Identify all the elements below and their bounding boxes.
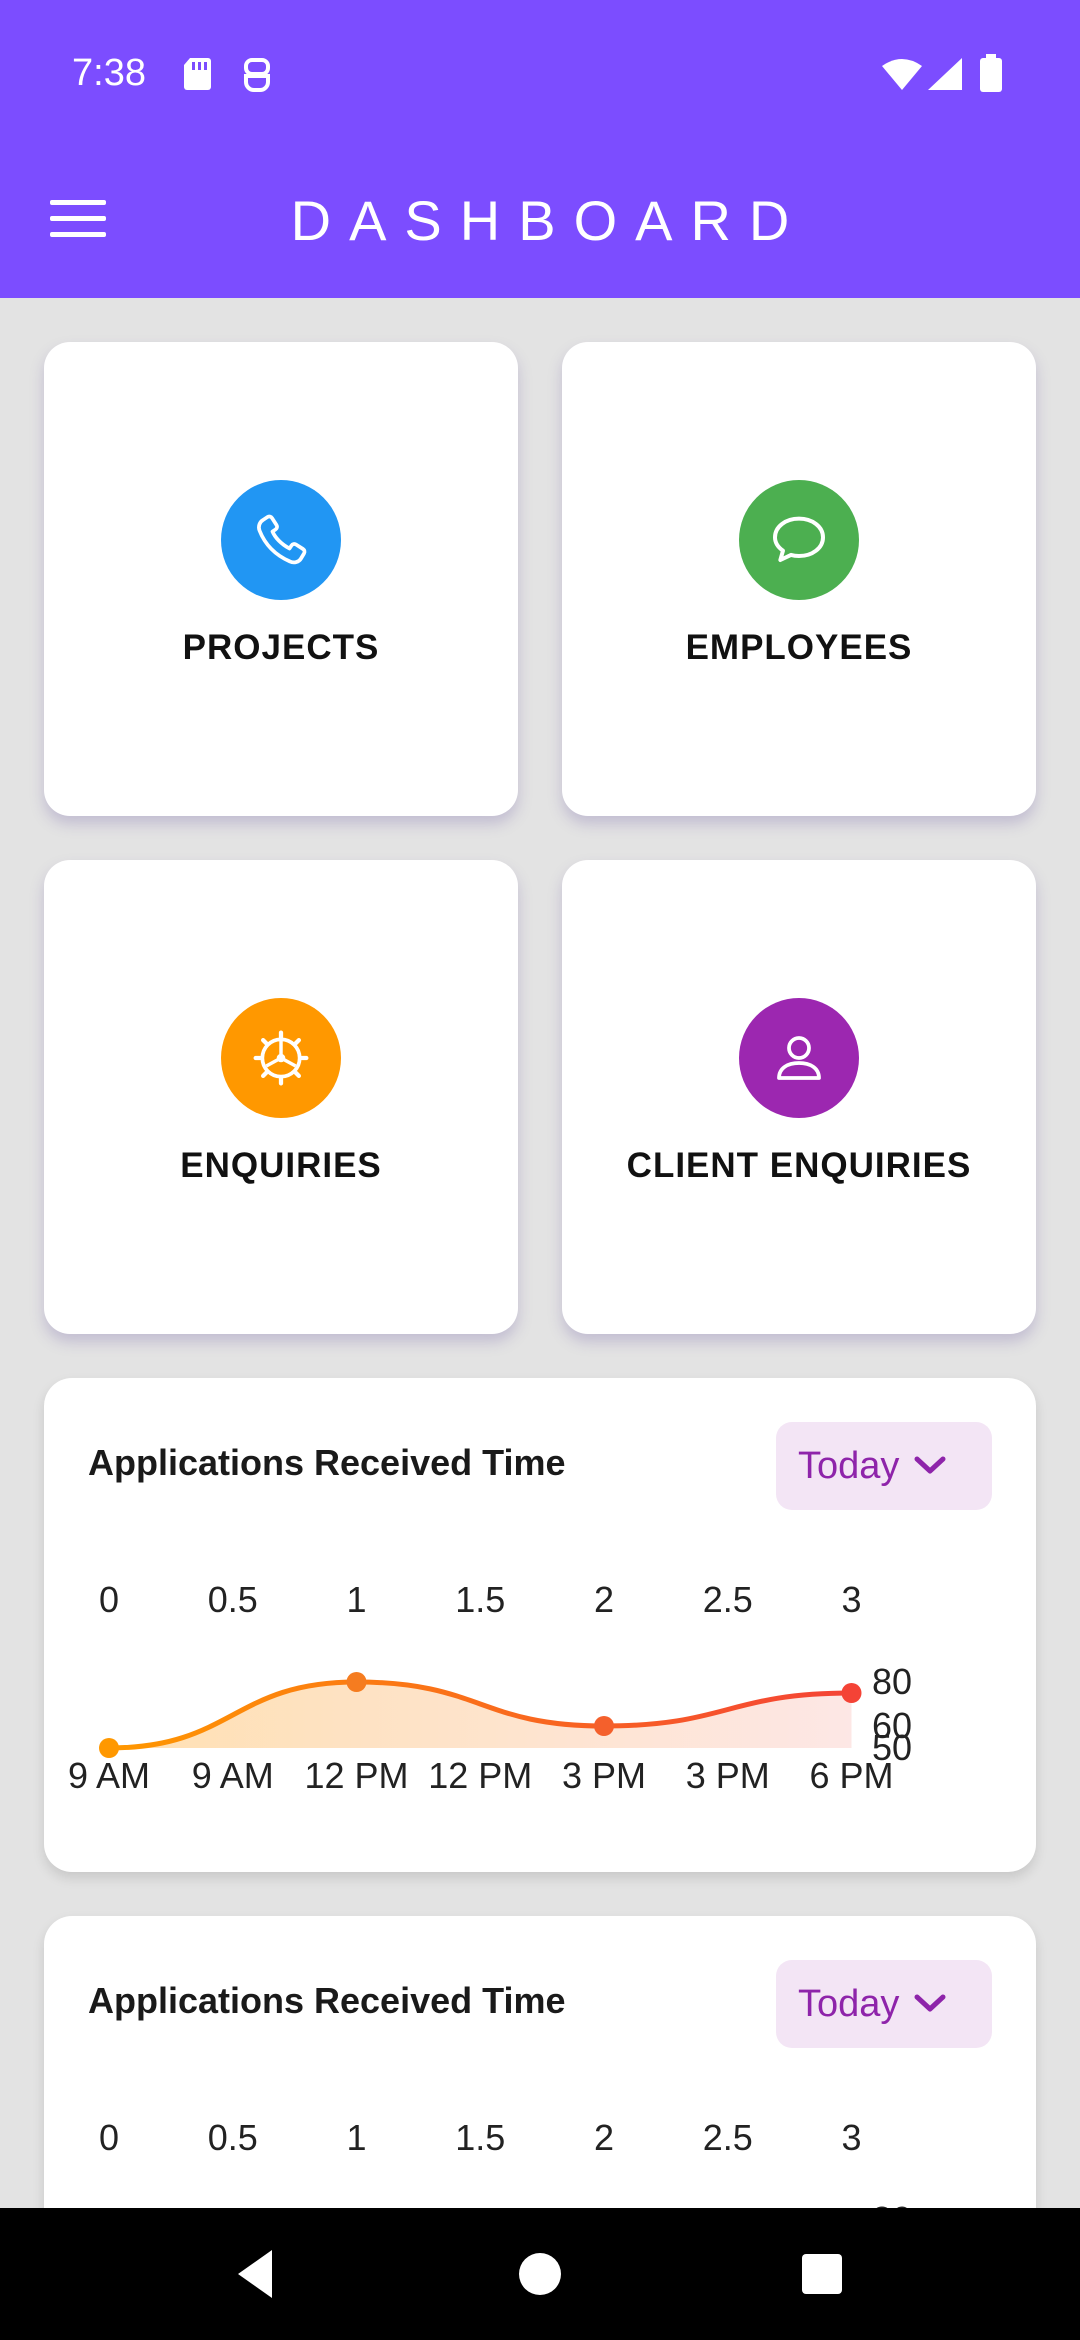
top-axis-tick: 3 [841,1579,861,1620]
tile-client-enquiries[interactable]: CLIENT ENQUIRIES [562,860,1036,1334]
back-icon[interactable] [232,2244,278,2304]
sd-card-icon [184,58,211,90]
person-icon [777,1036,821,1080]
top-axis-tick: 1 [346,2117,366,2158]
chevron-down-icon [914,1456,946,1474]
x-axis-label: 12 PM [304,1755,408,1796]
tile-label: EMPLOYEES [685,628,913,667]
status-bar: 7:38 [0,0,1080,148]
chevron-down-icon [914,1994,946,2012]
top-axis-tick: 1 [346,1579,366,1620]
card-title: Applications Received Time [88,1980,566,2021]
recents-icon[interactable] [800,2244,844,2304]
tile-label: ENQUIRIES [180,1146,382,1185]
tile-employees[interactable]: EMPLOYEES [562,342,1036,816]
top-axis-tick: 0.5 [208,1579,258,1620]
chart-point [841,1683,862,1703]
cell-signal-icon [928,58,962,90]
top-axis-tick: 2 [594,2117,614,2158]
notification-robot-icon [244,58,270,92]
chart-point [594,1716,614,1736]
app-bar: DASHBOARD [0,148,1080,298]
home-icon[interactable] [518,2244,562,2304]
applications-line-chart: 0 0.5 1 1.5 2 2.5 38060509 AM 9 AM 12 PM 12 PM 3 P… [68,1579,912,1796]
tile-label: CLIENT ENQUIRIES [626,1146,972,1185]
phone-icon [257,514,307,565]
tile-enquiries[interactable]: ENQUIRIES [44,860,518,1334]
chart-card: Applications Received Time Today 0 0.5 1 1.… [44,1378,1036,1872]
tile-icon-circle [739,998,859,1118]
chat-bubble-icon [773,516,825,562]
wifi-icon [882,59,922,90]
status-time: 7:38 [72,52,146,94]
dropdown-value: Today [798,1982,900,2025]
x-axis-label: 9 AM [192,1755,274,1796]
tile-icon-circle [221,998,341,1118]
right-axis-tick: 80 [872,1661,912,1702]
top-axis-tick: 2.5 [703,1579,753,1620]
gear-icon [253,1030,309,1086]
tile-projects[interactable]: PROJECTS [44,342,518,816]
x-axis-label: 9 AM [68,1755,150,1796]
top-axis-tick: 2.5 [703,2117,753,2158]
tile-icon-circle [739,480,859,600]
system-nav-bar [0,2208,1080,2340]
chart-area-fill [109,1682,852,1748]
chart-point [346,1672,367,1692]
top-axis-tick: 1.5 [455,2117,505,2158]
card-title: Applications Received Time [88,1442,566,1483]
dashboard-content: PROJECTS EMPLOYEES ENQUIRIES CLIENT ENQU… [0,298,1080,2208]
x-axis-label: 3 PM [562,1755,646,1796]
top-axis-tick: 1.5 [455,1579,505,1620]
x-axis-label: 6 PM [809,1755,893,1796]
top-axis-tick: 3 [841,2117,861,2158]
tile-label: PROJECTS [182,628,380,667]
right-axis-tick: 80 [872,2199,912,2208]
chart-card: Applications Received Time Today 0 0.5 1 1.… [44,1916,1036,2208]
x-axis-label: 3 PM [686,1755,770,1796]
top-axis-tick: 0 [99,2117,119,2158]
period-dropdown[interactable]: Today [776,1960,992,2048]
top-axis-tick: 0 [99,1579,119,1620]
dropdown-value: Today [798,1444,900,1487]
tile-icon-circle [221,480,341,600]
page-title: DASHBOARD [290,189,808,252]
period-dropdown[interactable]: Today [776,1422,992,1510]
top-axis-tick: 0.5 [208,2117,258,2158]
battery-icon [980,54,1002,92]
top-axis-tick: 2 [594,1579,614,1620]
x-axis-label: 12 PM [428,1755,532,1796]
applications-line-chart: 0 0.5 1 1.5 2 2.5 3 80 [99,2117,912,2208]
